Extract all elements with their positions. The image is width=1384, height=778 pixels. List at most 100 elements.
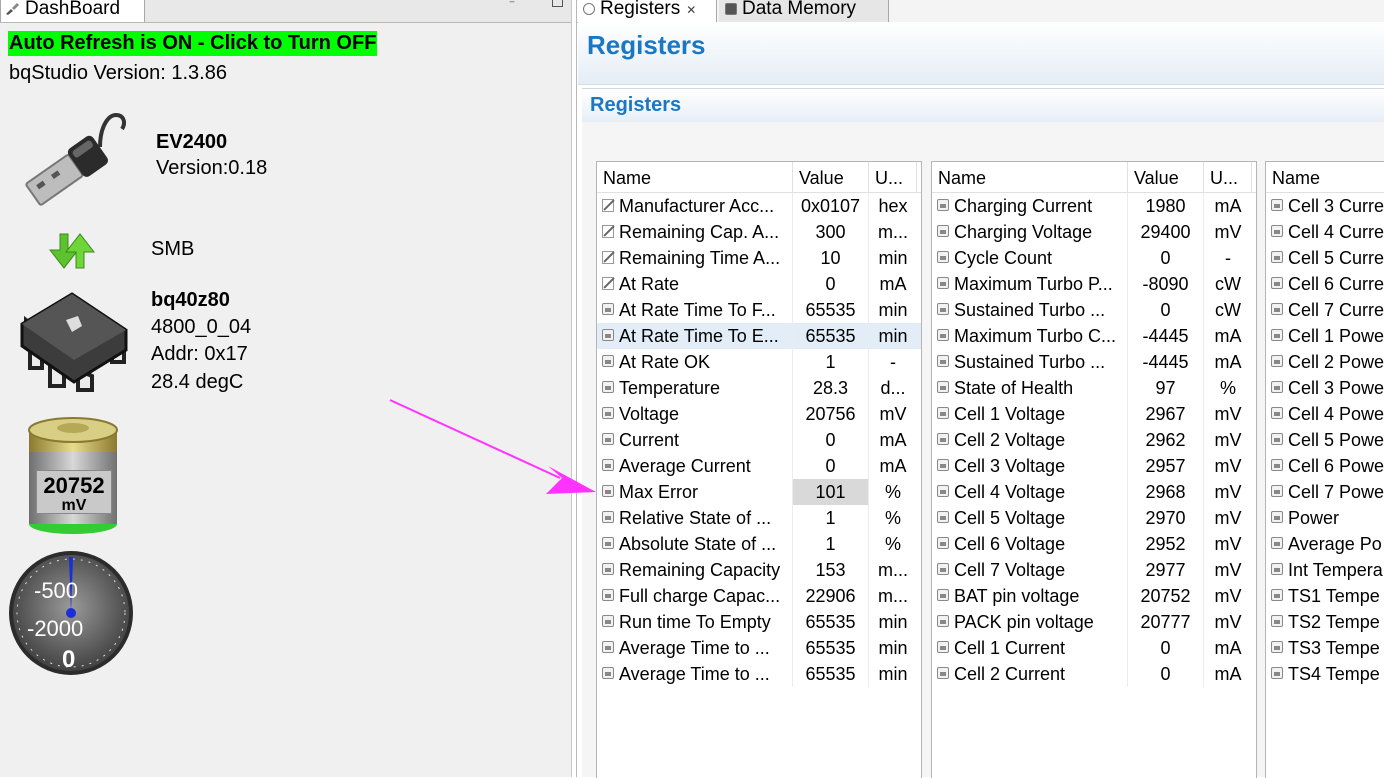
register-value[interactable]: 22906 [793, 583, 869, 609]
table-row[interactable]: Charging Voltage 29400 mV [932, 219, 1256, 245]
close-icon[interactable]: ✕ [686, 3, 696, 17]
table-row[interactable]: Sustained Turbo ... -4445 mA [932, 349, 1256, 375]
register-value[interactable]: 65535 [793, 635, 869, 661]
table-row[interactable]: Remaining Time A... 10 min [597, 245, 921, 271]
register-value[interactable]: -4445 [1128, 323, 1204, 349]
table-row[interactable]: Maximum Turbo C... -4445 mA [932, 323, 1256, 349]
register-value[interactable]: 0 [793, 271, 869, 297]
table-row[interactable]: Cell 4 Voltage 2968 mV [932, 479, 1256, 505]
minimize-icon[interactable]: ‾ [510, 0, 514, 14]
register-value[interactable]: 2977 [1128, 557, 1204, 583]
register-value[interactable]: 1 [793, 531, 869, 557]
tab-data-memory[interactable]: Data Memory [719, 0, 889, 22]
table-row[interactable]: Remaining Cap. A... 300 m... [597, 219, 921, 245]
column-header-value[interactable]: Value [1128, 162, 1204, 192]
register-value[interactable]: 2970 [1128, 505, 1204, 531]
table-row[interactable]: TS3 Tempe [1266, 635, 1384, 661]
table-row[interactable]: Max Error 101% [597, 479, 921, 505]
table-row[interactable]: TS4 Tempe [1266, 661, 1384, 687]
table-row[interactable]: PACK pin voltage 20777 mV [932, 609, 1256, 635]
register-value[interactable]: -8090 [1128, 271, 1204, 297]
register-value[interactable]: 0 [1128, 297, 1204, 323]
register-value[interactable]: 2957 [1128, 453, 1204, 479]
register-value[interactable]: 20756 [793, 401, 869, 427]
tab-registers[interactable]: Registers ✕ [577, 0, 717, 22]
table-row[interactable]: At Rate OK 1 - [597, 349, 921, 375]
register-value[interactable]: 65535 [793, 661, 869, 687]
register-value[interactable]: 0x0107 [793, 193, 869, 219]
column-header-name[interactable]: Name [1266, 162, 1384, 192]
register-value[interactable]: 65535 [793, 609, 869, 635]
table-row[interactable]: Cell 3 Powe [1266, 375, 1384, 401]
table-row[interactable]: Average Current 0 mA [597, 453, 921, 479]
table-row[interactable]: Run time To Empty 65535 min [597, 609, 921, 635]
table-row[interactable]: Cell 3 Voltage 2957 mV [932, 453, 1256, 479]
table-row[interactable]: Temperature 28.3 d... [597, 375, 921, 401]
table-row[interactable]: Average Time to ... 65535 min [597, 661, 921, 687]
table-row[interactable]: Int Tempera [1266, 557, 1384, 583]
register-value[interactable]: 1980 [1128, 193, 1204, 219]
maximize-icon[interactable] [552, 0, 563, 7]
table-row[interactable]: Cell 7 Powe [1266, 479, 1384, 505]
register-value[interactable]: 20752 [1128, 583, 1204, 609]
register-table-2[interactable]: Name Value U... Charging Current 1980 mA Charg… [931, 161, 1257, 778]
register-table-1[interactable]: Name Value U... Manufacturer Acc... 0x0107 he… [596, 161, 922, 778]
table-row[interactable]: TS2 Tempe [1266, 609, 1384, 635]
table-row[interactable]: Cell 2 Current 0 mA [932, 661, 1256, 687]
register-value[interactable]: 0 [1128, 635, 1204, 661]
column-header-unit[interactable]: U... [869, 162, 917, 192]
register-value[interactable]: 29400 [1128, 219, 1204, 245]
table-row[interactable]: Remaining Capacity 153 m... [597, 557, 921, 583]
auto-refresh-toggle[interactable]: Auto Refresh is ON - Click to Turn OFF [8, 31, 378, 56]
table-row[interactable]: Cycle Count 0 - [932, 245, 1256, 271]
register-value[interactable]: 1 [793, 349, 869, 375]
table-row[interactable]: At Rate Time To E... 65535 min [597, 323, 921, 349]
table-row[interactable]: Manufacturer Acc... 0x0107 hex [597, 193, 921, 219]
table-row[interactable]: Cell 6 Curre [1266, 271, 1384, 297]
table-row[interactable]: Cell 4 Curre [1266, 219, 1384, 245]
table-row[interactable]: Maximum Turbo P... -8090 cW [932, 271, 1256, 297]
table-row[interactable]: Charging Current 1980 mA [932, 193, 1256, 219]
column-header-unit[interactable]: U... [1204, 162, 1252, 192]
column-header-name[interactable]: Name [932, 162, 1128, 192]
table-row[interactable]: Cell 2 Powe [1266, 349, 1384, 375]
table-row[interactable]: Sustained Turbo ... 0 cW [932, 297, 1256, 323]
table-row[interactable]: Cell 5 Powe [1266, 427, 1384, 453]
table-row[interactable]: Cell 4 Powe [1266, 401, 1384, 427]
table-row[interactable]: Cell 1 Voltage 2967 mV [932, 401, 1256, 427]
register-value[interactable]: 2968 [1128, 479, 1204, 505]
table-row[interactable]: Cell 6 Powe [1266, 453, 1384, 479]
table-row[interactable]: Cell 5 Voltage 2970 mV [932, 505, 1256, 531]
register-value[interactable]: 2967 [1128, 401, 1204, 427]
table-row[interactable]: At Rate 0 mA [597, 271, 921, 297]
table-row[interactable]: Average Po [1266, 531, 1384, 557]
register-value[interactable]: 0 [1128, 661, 1204, 687]
tab-dashboard[interactable]: DashBoard [0, 0, 145, 22]
table-row[interactable]: At Rate Time To F... 65535 min [597, 297, 921, 323]
register-value[interactable]: 2962 [1128, 427, 1204, 453]
register-value[interactable]: 0 [1128, 245, 1204, 271]
table-row[interactable]: Cell 3 Curre [1266, 193, 1384, 219]
register-value[interactable]: 0 [793, 453, 869, 479]
register-value[interactable]: 1 [793, 505, 869, 531]
register-value[interactable]: 28.3 [793, 375, 869, 401]
table-row[interactable]: Average Time to ... 65535 min [597, 635, 921, 661]
table-row[interactable]: Current 0 mA [597, 427, 921, 453]
table-row[interactable]: Cell 7 Voltage 2977 mV [932, 557, 1256, 583]
table-row[interactable]: Full charge Capac... 22906 m... [597, 583, 921, 609]
register-table-3[interactable]: Name Cell 3 Curre Cell 4 Curre Cell 5 Curre… [1265, 161, 1384, 778]
table-row[interactable]: Absolute State of ... 1% [597, 531, 921, 557]
table-row[interactable]: Power [1266, 505, 1384, 531]
register-value[interactable]: 10 [793, 245, 869, 271]
column-header-value[interactable]: Value [793, 162, 869, 192]
table-row[interactable]: Voltage 20756 mV [597, 401, 921, 427]
register-value[interactable]: 2952 [1128, 531, 1204, 557]
register-value[interactable]: 300 [793, 219, 869, 245]
register-value[interactable]: 65535 [793, 297, 869, 323]
table-row[interactable]: Cell 1 Current 0 mA [932, 635, 1256, 661]
table-row[interactable]: TS1 Tempe [1266, 583, 1384, 609]
table-row[interactable]: Cell 2 Voltage 2962 mV [932, 427, 1256, 453]
table-row[interactable]: Cell 1 Powe [1266, 323, 1384, 349]
table-row[interactable]: State of Health 97% [932, 375, 1256, 401]
table-row[interactable]: Relative State of ... 1% [597, 505, 921, 531]
